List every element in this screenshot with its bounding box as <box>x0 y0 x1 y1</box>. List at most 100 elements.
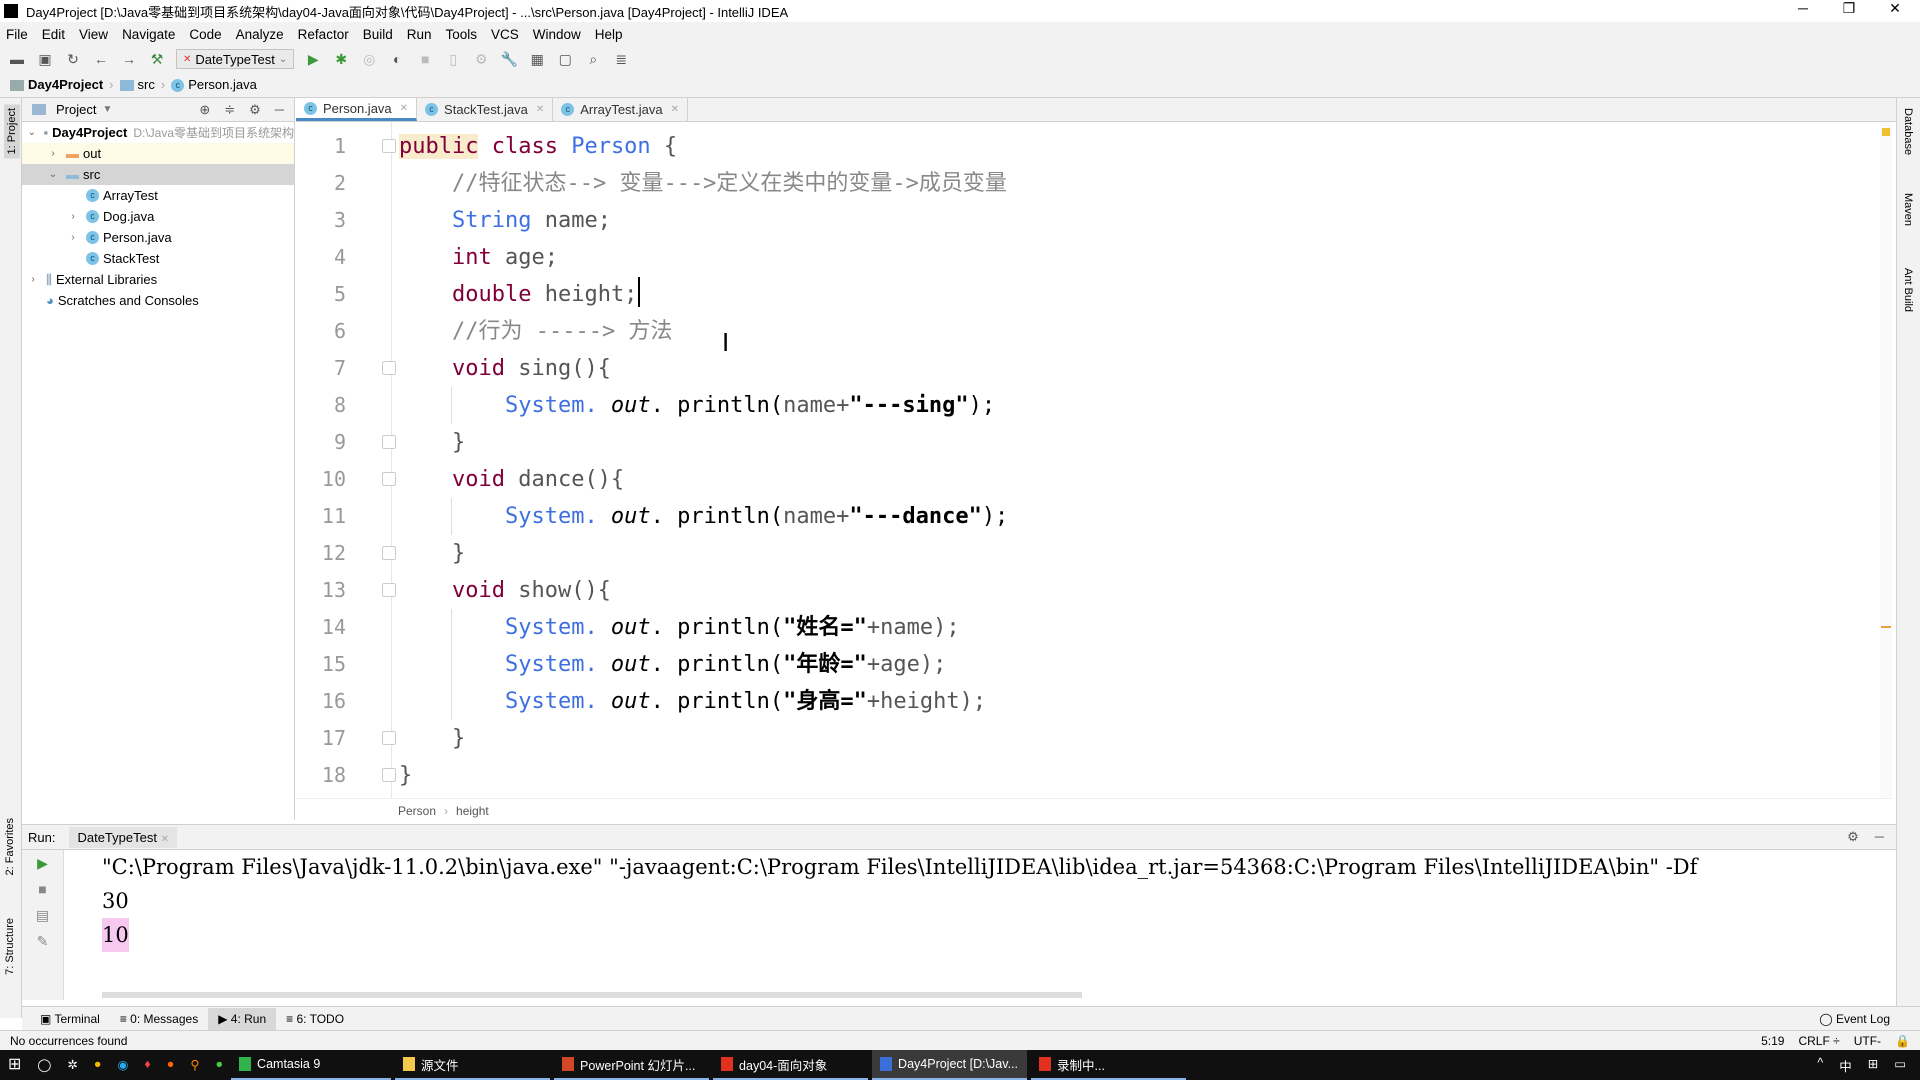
tree-item[interactable]: ◕ Scratches and Consoles <box>22 290 294 311</box>
file-encoding[interactable]: UTF- <box>1854 1034 1881 1048</box>
tab-stacktest-java[interactable]: c StackTest.java ✕ <box>417 98 554 121</box>
fold-marker-icon[interactable] <box>382 139 396 153</box>
forward-icon[interactable]: → <box>120 51 138 67</box>
chevron-down-icon[interactable]: ⌄ <box>26 127 38 138</box>
minimize-button[interactable]: ─ <box>1780 0 1826 17</box>
menu-build[interactable]: Build <box>363 27 393 42</box>
run-tool-tab[interactable]: ▶ 4: Run <box>208 1007 277 1030</box>
sync-icon[interactable]: ↻ <box>64 51 82 68</box>
close-tab-icon[interactable]: ✕ <box>671 104 679 115</box>
run-tab[interactable]: DateTypeTest ✕ <box>69 826 177 848</box>
tray-icon[interactable]: ▭ <box>1894 1056 1906 1075</box>
vcs-icon[interactable]: ⚙ <box>472 51 490 68</box>
menu-view[interactable]: View <box>79 27 108 42</box>
gear-icon[interactable]: ⚙ <box>1847 829 1859 845</box>
menu-analyze[interactable]: Analyze <box>236 27 284 42</box>
menu-edit[interactable]: Edit <box>42 27 65 42</box>
settings-wrench-icon[interactable]: 🔧 <box>500 51 518 68</box>
structure-tool-button[interactable]: 7: Structure <box>4 918 16 975</box>
fold-marker-icon[interactable] <box>382 583 396 597</box>
translate-icon[interactable]: ≣ <box>612 51 630 68</box>
stop-icon[interactable]: ■ <box>22 876 63 902</box>
tree-item[interactable]: › c Person.java <box>22 227 294 248</box>
fold-marker-icon[interactable] <box>382 435 396 449</box>
maven-tool-button[interactable]: Maven <box>1902 193 1914 226</box>
fold-marker-icon[interactable] <box>382 472 396 486</box>
menu-vcs[interactable]: VCS <box>491 27 519 42</box>
tree-item[interactable]: › ⫼ External Libraries <box>22 269 294 290</box>
chevron-down-icon[interactable]: ⌄ <box>46 169 60 180</box>
build-hammer-icon[interactable]: ⚒ <box>148 51 166 68</box>
menu-code[interactable]: Code <box>189 27 221 42</box>
menu-window[interactable]: Window <box>533 27 581 42</box>
ant-build-tool-button[interactable]: Ant Build <box>1902 268 1914 312</box>
project-view-select[interactable]: Project <box>56 102 96 117</box>
tab-person-java[interactable]: c Person.java ✕ <box>296 98 418 121</box>
lock-icon[interactable]: 🔒 <box>1895 1034 1910 1048</box>
rerun-icon[interactable]: ▶ <box>22 850 63 876</box>
tray-icon[interactable]: ⊞ <box>1868 1056 1878 1075</box>
app-icon[interactable]: ♦ <box>136 1050 158 1080</box>
open-icon[interactable]: ▬ <box>8 51 26 67</box>
app-icon[interactable]: ✲ <box>59 1050 85 1080</box>
stop-icon[interactable]: ■ <box>416 51 434 67</box>
chrome-icon[interactable]: ● <box>86 1050 110 1080</box>
update-icon[interactable]: ▯ <box>444 51 462 68</box>
qq-browser-icon[interactable]: ◉ <box>109 1050 136 1080</box>
line-separator[interactable]: CRLF ÷ <box>1798 1034 1839 1048</box>
chevron-right-icon[interactable]: › <box>46 148 60 159</box>
favorites-tool-button[interactable]: 2: Favorites <box>4 818 16 875</box>
menu-navigate[interactable]: Navigate <box>122 27 175 42</box>
close-icon[interactable]: ✕ <box>161 834 169 845</box>
terminal-window-icon[interactable]: ▢ <box>556 51 574 68</box>
fold-marker-icon[interactable] <box>382 768 396 782</box>
back-icon[interactable]: ← <box>92 51 110 67</box>
tree-item[interactable]: c StackTest <box>22 248 294 269</box>
menu-file[interactable]: File <box>6 27 28 42</box>
fold-marker-icon[interactable] <box>382 546 396 560</box>
database-tool-button[interactable]: Database <box>1902 108 1914 155</box>
chevron-right-icon[interactable]: › <box>66 232 80 243</box>
menu-tools[interactable]: Tools <box>446 27 478 42</box>
coverage-icon[interactable]: ◎ <box>360 51 378 68</box>
save-icon[interactable]: ▣ <box>36 51 54 68</box>
taskbar-app[interactable]: PowerPoint 幻灯片... <box>554 1050 710 1080</box>
start-button[interactable]: ⊞ <box>0 1050 29 1080</box>
fold-marker-icon[interactable] <box>382 361 396 375</box>
tab-arraytest-java[interactable]: c ArrayTest.java ✕ <box>553 98 689 121</box>
tree-item[interactable]: ⌄ ▪ Day4Project D:\Java零基础到项目系统架构 <box>22 122 294 143</box>
run-console[interactable]: "C:\Program Files\Java\jdk-11.0.2\bin\ja… <box>64 850 1896 1000</box>
event-log-tab[interactable]: ◯ Event Log <box>1809 1008 1900 1030</box>
menu-help[interactable]: Help <box>595 27 623 42</box>
tree-item[interactable]: › ▬ out <box>22 143 294 164</box>
taskbar-app[interactable]: day04-面向对象 <box>713 1050 869 1080</box>
gear-icon[interactable]: ⚙ <box>249 102 261 118</box>
menu-refactor[interactable]: Refactor <box>298 27 349 42</box>
profile-icon[interactable]: ◐ <box>388 51 406 67</box>
maximize-button[interactable]: ❐ <box>1826 0 1872 17</box>
nav-crumb-file[interactable]: c Person.java <box>171 77 257 93</box>
run-icon[interactable]: ▶ <box>304 51 322 68</box>
todo-tab[interactable]: ≡ 6: TODO <box>276 1008 354 1030</box>
terminal-tab[interactable]: ▣ Terminal <box>30 1008 110 1030</box>
tree-item[interactable]: › c Dog.java <box>22 206 294 227</box>
messages-tab[interactable]: ≡ 0: Messages <box>110 1008 208 1030</box>
search-icon[interactable]: ⌕ <box>584 51 602 68</box>
tray-icon[interactable]: 中 <box>1839 1056 1852 1075</box>
chevron-down-icon[interactable]: ▼ <box>102 104 112 115</box>
locate-icon[interactable]: ⊕ <box>199 102 210 118</box>
chevron-right-icon[interactable]: › <box>66 211 80 222</box>
taskbar-app[interactable]: Day4Project [D:\Jav... <box>872 1050 1028 1080</box>
close-button[interactable]: ✕ <box>1872 0 1918 17</box>
debug-icon[interactable]: ✱ <box>332 51 350 68</box>
tray-icon[interactable]: ^ <box>1817 1056 1823 1075</box>
collapse-all-icon[interactable]: ≑ <box>224 102 235 118</box>
taskbar-app[interactable]: 源文件 <box>395 1050 551 1080</box>
breadcrumb-field[interactable]: height <box>456 804 489 818</box>
pin-icon[interactable]: ✎ <box>22 928 63 954</box>
app-icon[interactable]: ● <box>207 1050 231 1080</box>
console-hscrollbar[interactable] <box>102 992 1082 998</box>
firefox-icon[interactable]: ● <box>159 1050 183 1080</box>
search-icon[interactable]: ◯ <box>29 1050 59 1080</box>
code-editor[interactable]: 1 2 3 4 5 6 7 8 9 10 11 12 13 14 15 16 17 18 public class… <box>296 122 1892 798</box>
